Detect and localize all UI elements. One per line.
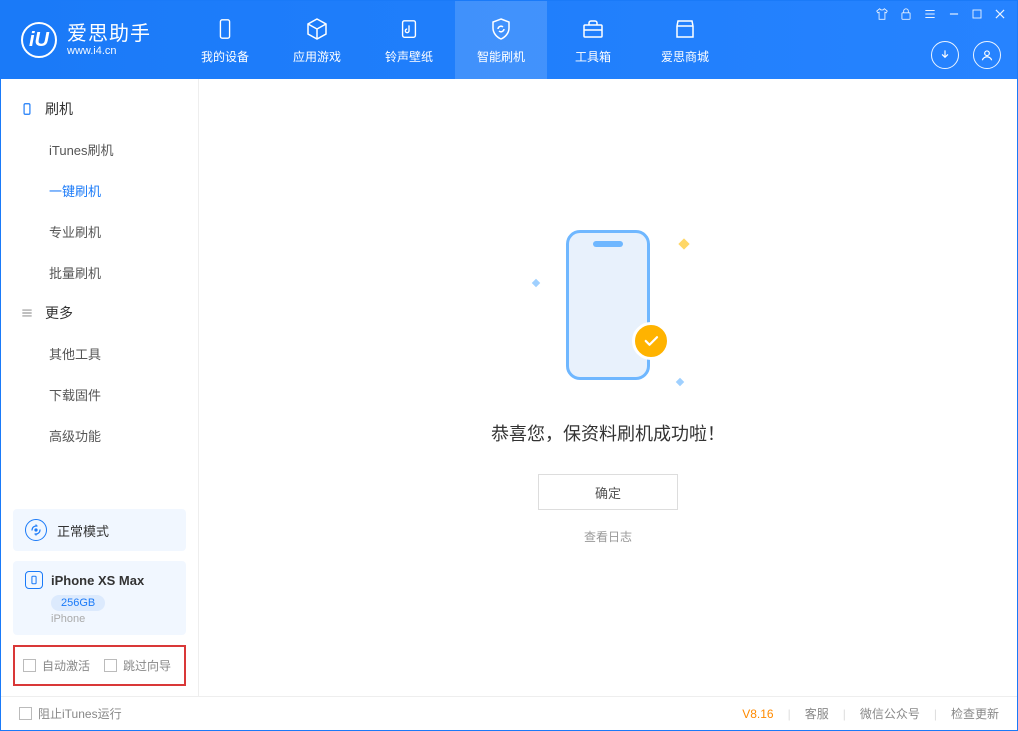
checkbox-skip-guide[interactable]: 跳过向导 [104,657,171,674]
cube-icon [304,16,330,42]
body: 刷机 iTunes刷机 一键刷机 专业刷机 批量刷机 更多 其他工具 下载固件 … [1,79,1017,696]
footer: 阻止iTunes运行 V8.16 | 客服 | 微信公众号 | 检查更新 [1,696,1017,730]
minimize-button[interactable] [947,7,961,24]
window-controls [875,7,1007,24]
tab-ringtones-wallpapers[interactable]: 铃声壁纸 [363,1,455,79]
logo-icon: iU [21,22,57,58]
tab-smart-flash[interactable]: 智能刷机 [455,1,547,79]
device-type: iPhone [51,613,174,625]
check-update-link[interactable]: 检查更新 [951,705,999,722]
device-icon [19,101,35,117]
store-icon [672,16,698,42]
maximize-button[interactable] [971,8,983,23]
main-content: 恭喜您，保资料刷机成功啦！ 确定 查看日志 [199,79,1017,696]
music-file-icon [396,16,422,42]
sidebar-group-more: 更多 [1,293,198,333]
logo-text: 爱思助手 www.i4.cn [67,23,151,57]
app-window: iU 爱思助手 www.i4.cn 我的设备 应用游戏 铃声壁纸 智能刷机 [0,0,1018,731]
success-message: 恭喜您，保资料刷机成功啦！ [491,420,725,446]
ok-button[interactable]: 确定 [538,474,678,510]
sidebar-item-advanced[interactable]: 高级功能 [1,415,198,456]
checkbox-auto-activate[interactable]: 自动激活 [23,657,90,674]
tab-toolbox[interactable]: 工具箱 [547,1,639,79]
download-button[interactable] [931,41,959,69]
checkbox-icon [23,659,36,672]
checkbox-icon [19,707,32,720]
tab-my-device[interactable]: 我的设备 [179,1,271,79]
sidebar-bottom: 正常模式 iPhone XS Max 256GB iPhone 自动激活 [1,509,198,696]
more-icon [19,305,35,321]
device-card[interactable]: iPhone XS Max 256GB iPhone [13,561,186,635]
mode-label: 正常模式 [57,521,109,540]
main-tabs: 我的设备 应用游戏 铃声壁纸 智能刷机 工具箱 爱思商城 [179,1,731,79]
success-illustration [528,230,688,390]
view-log-link[interactable]: 查看日志 [584,528,632,545]
checkbox-icon [104,659,117,672]
support-link[interactable]: 客服 [805,705,829,722]
checkbox-block-itunes[interactable]: 阻止iTunes运行 [19,705,122,722]
sidebar-item-download-firmware[interactable]: 下载固件 [1,374,198,415]
sidebar-item-pro-flash[interactable]: 专业刷机 [1,211,198,252]
sidebar-item-other-tools[interactable]: 其他工具 [1,333,198,374]
close-button[interactable] [993,7,1007,24]
app-title: 爱思助手 [67,23,151,45]
footer-right: V8.16 | 客服 | 微信公众号 | 检查更新 [742,705,999,722]
user-button[interactable] [973,41,1001,69]
tab-apps-games[interactable]: 应用游戏 [271,1,363,79]
phone-icon [212,16,238,42]
version-label: V8.16 [742,707,773,721]
lock-icon[interactable] [899,7,913,24]
device-storage-badge: 256GB [51,595,105,611]
header-actions [931,41,1001,69]
device-phone-icon [25,571,43,589]
phone-illustration-icon [566,230,650,380]
logo: iU 爱思助手 www.i4.cn [1,1,169,79]
mode-card[interactable]: 正常模式 [13,509,186,551]
sidebar-item-itunes-flash[interactable]: iTunes刷机 [1,129,198,170]
sidebar: 刷机 iTunes刷机 一键刷机 专业刷机 批量刷机 更多 其他工具 下载固件 … [1,79,199,696]
header: iU 爱思助手 www.i4.cn 我的设备 应用游戏 铃声壁纸 智能刷机 [1,1,1017,79]
sidebar-group-flash: 刷机 [1,89,198,129]
success-check-icon [632,322,670,360]
wechat-link[interactable]: 微信公众号 [860,705,920,722]
sidebar-item-batch-flash[interactable]: 批量刷机 [1,252,198,293]
shield-refresh-icon [488,16,514,42]
sidebar-item-one-key-flash[interactable]: 一键刷机 [1,170,198,211]
options-highlighted: 自动激活 跳过向导 [13,645,186,686]
device-name: iPhone XS Max [51,573,144,588]
toolbox-icon [580,16,606,42]
mode-icon [25,519,47,541]
menu-icon[interactable] [923,7,937,24]
shirt-icon[interactable] [875,7,889,24]
app-url: www.i4.cn [67,45,151,57]
tab-store[interactable]: 爱思商城 [639,1,731,79]
